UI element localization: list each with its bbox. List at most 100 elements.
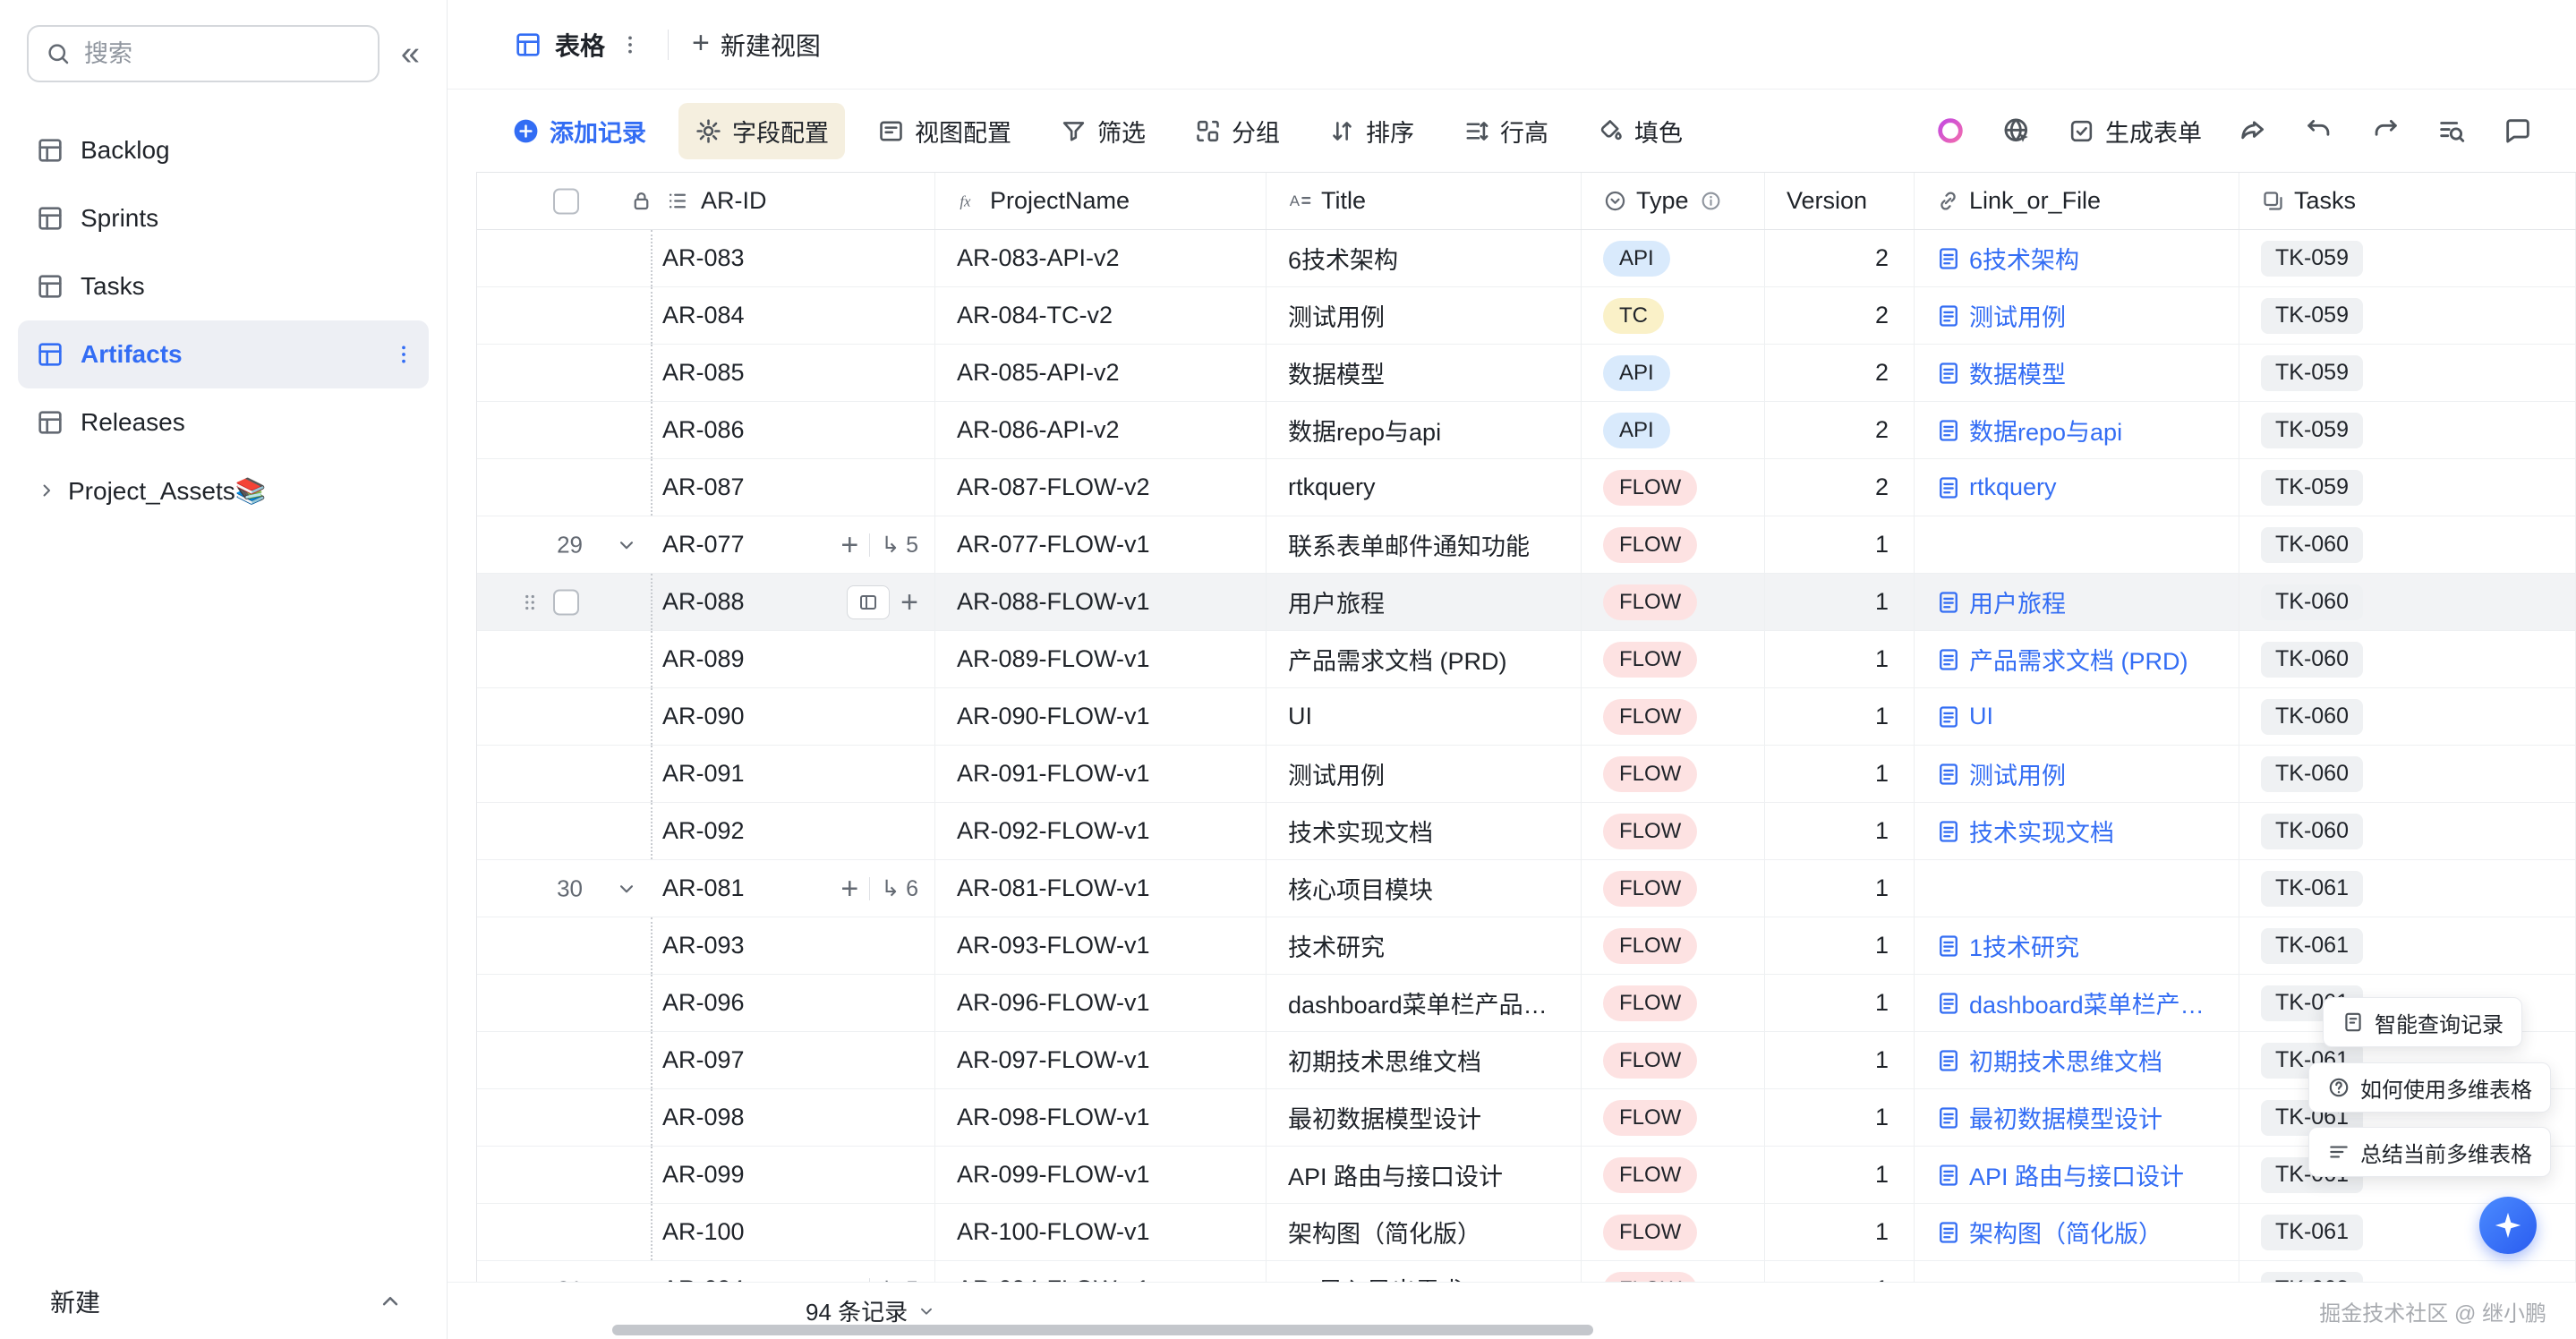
cell-version[interactable]: 2 xyxy=(1765,459,1915,516)
row-head[interactable] xyxy=(477,1032,604,1088)
cell-ar-id[interactable]: AR-100 xyxy=(604,1204,935,1260)
add-record-button[interactable]: 添加记录 xyxy=(512,114,646,149)
file-link[interactable]: 技术实现文档 xyxy=(1936,814,2114,849)
horizontal-scrollbar[interactable] xyxy=(612,1325,1593,1335)
task-chip[interactable]: TK-061 xyxy=(2261,1215,2363,1250)
ai-action-how-to-use[interactable]: 如何使用多维表格 xyxy=(2308,1062,2551,1113)
sidebar-item-sprints[interactable]: Sprints xyxy=(18,184,429,252)
cell-version[interactable]: 1 xyxy=(1765,803,1915,859)
cell-link-or-file[interactable]: 技术实现文档 xyxy=(1915,803,2239,859)
task-chip[interactable]: TK-060 xyxy=(2261,584,2363,620)
add-subrecord-button[interactable]: + xyxy=(840,874,858,904)
cell-link-or-file[interactable]: 架构图（简化版） xyxy=(1915,1204,2239,1260)
cell-projectname[interactable]: AR-085-API-v2 xyxy=(935,345,1267,401)
cell-type[interactable]: FLOW xyxy=(1582,1261,1765,1282)
cell-ar-id[interactable]: AR-077+↳ 5 xyxy=(604,516,935,573)
fill-color-button[interactable]: 填色 xyxy=(1597,114,1683,149)
cell-title[interactable]: 数据repo与api xyxy=(1267,402,1582,458)
new-view-button[interactable]: + 新建视图 xyxy=(692,27,821,63)
cell-version[interactable]: 1 xyxy=(1765,975,1915,1031)
cell-projectname[interactable]: AR-098-FLOW-v1 xyxy=(935,1089,1267,1146)
task-chip[interactable]: TK-060 xyxy=(2261,699,2363,735)
cell-link-or-file[interactable]: 测试用例 xyxy=(1915,287,2239,344)
cell-link-or-file[interactable]: 用户旅程 xyxy=(1915,574,2239,630)
row-head[interactable] xyxy=(477,917,604,974)
capacity-indicator[interactable] xyxy=(1935,115,1966,146)
table-row[interactable]: AR-090AR-090-FLOW-v1UIFLOW1UITK-060 xyxy=(477,688,2576,746)
find-in-table-button[interactable] xyxy=(2436,115,2467,146)
cell-tasks[interactable]: TK-061 xyxy=(2239,917,2576,974)
task-chip[interactable]: TK-059 xyxy=(2261,241,2363,277)
cell-tasks[interactable]: TK-060 xyxy=(2239,746,2576,802)
sidebar-item-artifacts[interactable]: Artifacts xyxy=(18,320,429,388)
cell-version[interactable]: 1 xyxy=(1765,631,1915,687)
cell-title[interactable]: 联系表单邮件通知功能 xyxy=(1267,516,1582,573)
cell-title[interactable]: zip导入导出需求 xyxy=(1267,1261,1582,1282)
row-head[interactable] xyxy=(477,574,604,630)
table-row[interactable]: 31AR-094+↳ 5AR-094-FLOW-v1zip导入导出需求FLOW1… xyxy=(477,1261,2576,1282)
cell-tasks[interactable]: TK-059 xyxy=(2239,345,2576,401)
cell-projectname[interactable]: AR-089-FLOW-v1 xyxy=(935,631,1267,687)
cell-tasks[interactable]: TK-060 xyxy=(2239,688,2576,745)
cell-projectname[interactable]: AR-094-FLOW-v1 xyxy=(935,1261,1267,1282)
file-link[interactable]: 用户旅程 xyxy=(1936,584,2066,619)
row-head[interactable] xyxy=(477,803,604,859)
cell-version[interactable]: 1 xyxy=(1765,1147,1915,1203)
cell-tasks[interactable]: TK-060 xyxy=(2239,803,2576,859)
task-chip[interactable]: TK-060 xyxy=(2261,756,2363,792)
sidebar-item-releases[interactable]: Releases xyxy=(18,388,429,456)
cell-title[interactable]: 架构图（简化版） xyxy=(1267,1204,1582,1260)
cell-link-or-file[interactable] xyxy=(1915,860,2239,917)
cell-projectname[interactable]: AR-093-FLOW-v1 xyxy=(935,917,1267,974)
cell-tasks[interactable]: TK-062 xyxy=(2239,1261,2576,1282)
cell-projectname[interactable]: AR-100-FLOW-v1 xyxy=(935,1204,1267,1260)
cell-ar-id[interactable]: AR-085 xyxy=(604,345,935,401)
cell-projectname[interactable]: AR-083-API-v2 xyxy=(935,230,1267,286)
cell-link-or-file[interactable]: dashboard菜单栏产… xyxy=(1915,975,2239,1031)
drag-handle[interactable] xyxy=(518,591,542,614)
cell-link-or-file[interactable]: API 路由与接口设计 xyxy=(1915,1147,2239,1203)
expand-record-button[interactable] xyxy=(847,585,890,619)
share-button[interactable] xyxy=(2238,115,2268,146)
file-link[interactable]: 初期技术思维文档 xyxy=(1936,1043,2162,1078)
cell-ar-id[interactable]: AR-096 xyxy=(604,975,935,1031)
file-link[interactable]: dashboard菜单栏产… xyxy=(1936,985,2205,1020)
ai-action-smart-query[interactable]: 智能查询记录 xyxy=(2323,997,2522,1047)
cell-type[interactable]: FLOW xyxy=(1582,803,1765,859)
row-head[interactable]: 31 xyxy=(477,1261,604,1282)
task-chip[interactable]: TK-060 xyxy=(2261,527,2363,563)
table-row[interactable]: 29AR-077+↳ 5AR-077-FLOW-v1联系表单邮件通知功能FLOW… xyxy=(477,516,2576,574)
cell-title[interactable]: 产品需求文档 (PRD) xyxy=(1267,631,1582,687)
file-link[interactable]: 数据模型 xyxy=(1936,355,2066,390)
task-chip[interactable]: TK-061 xyxy=(2261,871,2363,907)
cell-link-or-file[interactable]: 6技术架构 xyxy=(1915,230,2239,286)
cell-projectname[interactable]: AR-097-FLOW-v1 xyxy=(935,1032,1267,1088)
cell-type[interactable]: API xyxy=(1582,345,1765,401)
column-header-version[interactable]: Version xyxy=(1765,173,1915,229)
task-chip[interactable]: TK-062 xyxy=(2261,1272,2363,1283)
cell-type[interactable]: API xyxy=(1582,402,1765,458)
task-chip[interactable]: TK-060 xyxy=(2261,814,2363,849)
cell-title[interactable]: UI xyxy=(1267,688,1582,745)
filter-button[interactable]: 筛选 xyxy=(1060,114,1146,149)
cell-type[interactable]: FLOW xyxy=(1582,1204,1765,1260)
add-record-button-inline[interactable]: + xyxy=(900,587,918,618)
cell-link-or-file[interactable]: 初期技术思维文档 xyxy=(1915,1032,2239,1088)
task-chip[interactable]: TK-059 xyxy=(2261,298,2363,334)
generate-form-button[interactable]: 生成表单 xyxy=(2068,114,2202,149)
cell-type[interactable]: FLOW xyxy=(1582,1032,1765,1088)
cell-link-or-file[interactable]: 测试用例 xyxy=(1915,746,2239,802)
cell-type[interactable]: FLOW xyxy=(1582,688,1765,745)
row-head[interactable] xyxy=(477,975,604,1031)
cell-tasks[interactable]: TK-060 xyxy=(2239,516,2576,573)
cell-ar-id[interactable]: AR-086 xyxy=(604,402,935,458)
view-config-button[interactable]: 视图配置 xyxy=(877,114,1011,149)
cell-ar-id[interactable]: AR-081+↳ 6 xyxy=(604,860,935,917)
cell-ar-id[interactable]: AR-091 xyxy=(604,746,935,802)
table-row[interactable]: AR-097AR-097-FLOW-v1初期技术思维文档FLOW1初期技术思维文… xyxy=(477,1032,2576,1089)
cell-version[interactable]: 1 xyxy=(1765,574,1915,630)
cell-link-or-file[interactable]: 1技术研究 xyxy=(1915,917,2239,974)
cell-projectname[interactable]: AR-077-FLOW-v1 xyxy=(935,516,1267,573)
cell-tasks[interactable]: TK-060 xyxy=(2239,574,2576,630)
row-head[interactable] xyxy=(477,1089,604,1146)
